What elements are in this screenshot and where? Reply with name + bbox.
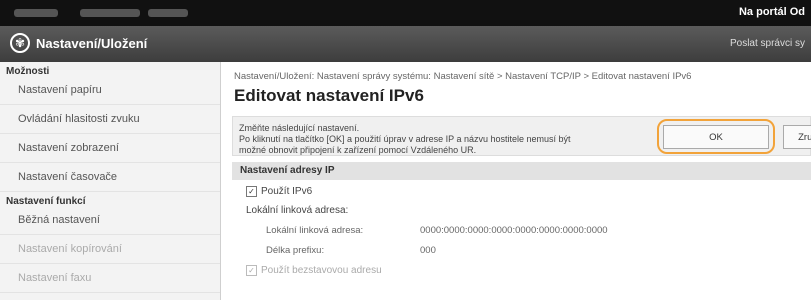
sidebar-item-paper-settings[interactable]: Nastavení papíru [0, 76, 220, 105]
use-ipv6-label: Použít IPv6 [261, 186, 313, 197]
sidebar: Možnosti Nastavení papíru Ovládání hlasi… [0, 62, 221, 300]
stateless-address-label: Použít bezstavovou adresu [261, 265, 382, 276]
sidebar-item-timer-settings[interactable]: Nastavení časovače [0, 163, 220, 192]
link-local-address-label: Lokální linková adresa: [266, 225, 364, 236]
sidebar-item-fax-settings[interactable]: Nastavení faxu [0, 264, 220, 293]
use-ipv6-row: ✓ Použít IPv6 [246, 186, 312, 197]
top-bar: Na portál Od [0, 0, 811, 26]
page-title: Editovat nastavení IPv6 [234, 86, 424, 105]
section-ip-address-settings: Nastavení adresy IP [232, 162, 811, 180]
use-ipv6-checkbox[interactable]: ✓ [246, 186, 257, 197]
portal-link[interactable]: Na portál Od [739, 6, 805, 18]
breadcrumb: Nastavení/Uložení: Nastavení správy syst… [234, 71, 692, 82]
prefix-length-label: Délka prefixu: [266, 245, 325, 256]
sidebar-section-preferences: Možnosti [6, 66, 50, 77]
sidebar-item-volume-control[interactable]: Ovládání hlasitosti zvuku [0, 105, 220, 134]
instructions-line: Změňte následující nastavení. [239, 123, 360, 133]
main-content: Nastavení/Uložení: Nastavení správy syst… [222, 62, 811, 300]
sidebar-item-common-settings[interactable]: Běžná nastavení [0, 206, 220, 235]
link-local-heading: Lokální linková adresa: [246, 205, 349, 216]
prefix-length-value: 000 [420, 245, 436, 256]
blurred-text [148, 9, 188, 17]
instructions: Změňte následující nastavení. Po kliknut… [239, 123, 649, 156]
instructions-line: Po kliknutí na tlačítko [OK] a použití ú… [239, 134, 571, 144]
blurred-text [14, 9, 58, 17]
sidebar-item-copy-settings[interactable]: Nastavení kopírování [0, 235, 220, 264]
action-panel: Změňte následující nastavení. Po kliknut… [232, 116, 811, 156]
app-title: Nastavení/Uložení [36, 36, 148, 51]
app-header: ✾ Nastavení/Uložení Poslat správci sy [0, 26, 811, 62]
send-to-admin-link[interactable]: Poslat správci sy [730, 38, 805, 49]
stateless-address-row: ✓ Použít bezstavovou adresu [246, 265, 382, 276]
ok-button[interactable]: OK [663, 125, 769, 149]
sidebar-item-display-settings[interactable]: Nastavení zobrazení [0, 134, 220, 163]
instructions-line: možné obnovit připojení k zařízení pomoc… [239, 145, 477, 155]
blurred-text [80, 9, 140, 17]
settings-logo-icon: ✾ [10, 33, 30, 53]
sidebar-section-functions: Nastavení funkcí [6, 196, 86, 207]
cancel-button[interactable]: Zrušit [783, 125, 811, 149]
link-local-address-value: 0000:0000:0000:0000:0000:0000:0000:0000 [420, 225, 608, 236]
stateless-address-checkbox[interactable]: ✓ [246, 265, 257, 276]
